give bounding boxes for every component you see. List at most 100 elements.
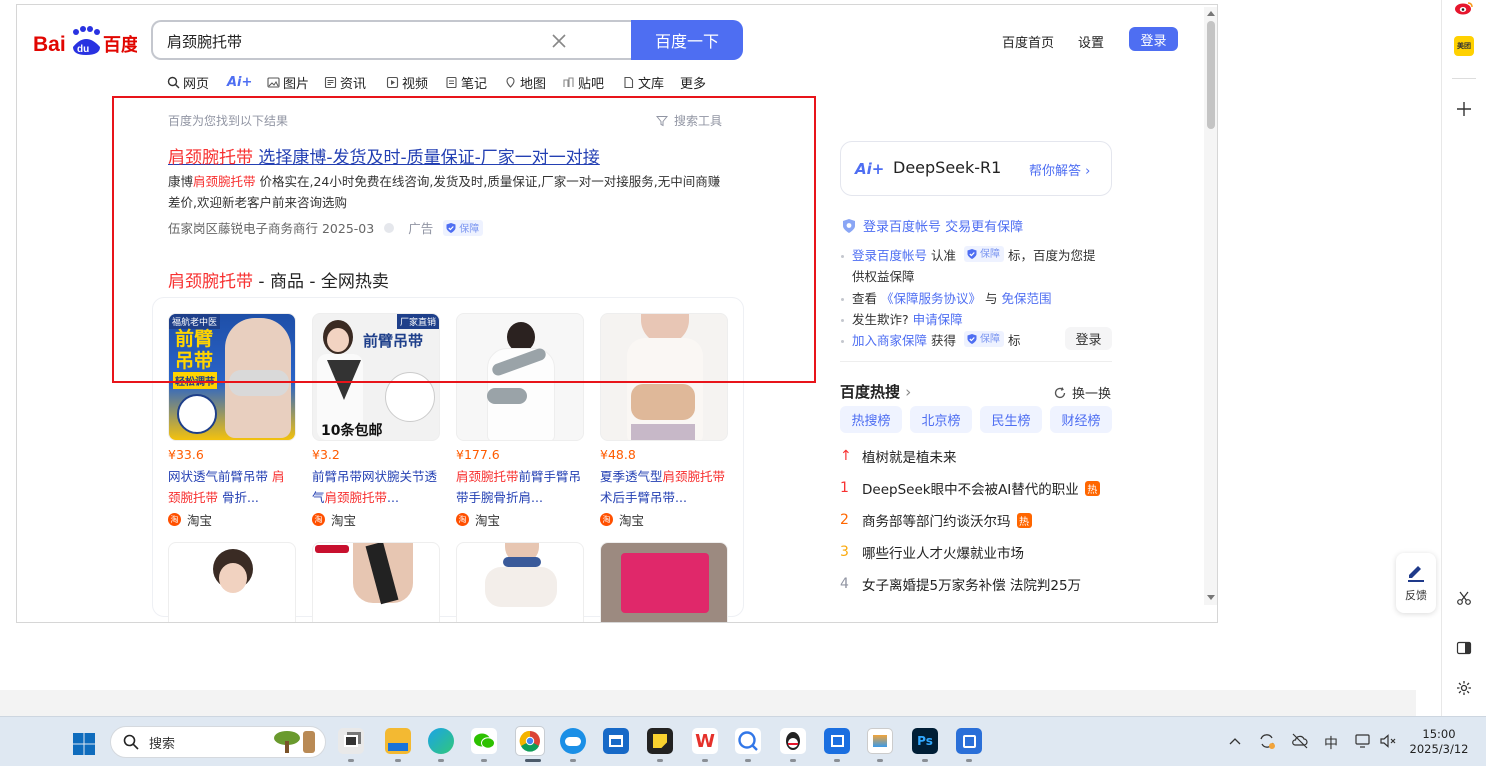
edge-icon[interactable] <box>428 728 454 754</box>
clock-date: 2025/3/12 <box>1409 742 1469 756</box>
tab-ai[interactable]: Ai+ <box>227 73 252 91</box>
product-name[interactable]: 肩颈腕托带前臂手臂吊带手腕骨折肩... <box>456 466 584 508</box>
clear-icon[interactable] <box>549 31 569 51</box>
deepseek-help-link[interactable]: 帮你解答 › <box>1029 160 1090 179</box>
search-button[interactable]: 百度一下 <box>631 20 743 60</box>
security-icon[interactable] <box>956 728 982 754</box>
scroll-down-icon[interactable] <box>1207 595 1215 600</box>
tab-wenku[interactable]: 文库 <box>622 73 664 92</box>
apply-guarantee-link[interactable]: 申请保障 <box>913 312 963 327</box>
product-card[interactable] <box>600 542 728 622</box>
tab-hot[interactable]: 热搜榜 <box>840 406 902 433</box>
guarantee-header[interactable]: 登录百度帐号 交易更有保障 <box>841 216 1023 235</box>
product-card[interactable] <box>456 542 584 622</box>
exemption-link[interactable]: 免保范围 <box>1001 291 1051 306</box>
login-button[interactable]: 登录 <box>1129 27 1178 51</box>
scroll-up-icon[interactable] <box>1207 11 1215 16</box>
scroll-thumb[interactable] <box>1207 21 1215 129</box>
tab-web[interactable]: 网页 <box>167 73 209 92</box>
taskbar-indicator <box>657 759 663 762</box>
store-icon[interactable] <box>603 728 629 754</box>
tab-tieba[interactable]: 贴吧 <box>562 73 604 92</box>
search-box[interactable] <box>151 20 633 60</box>
search-icon <box>123 734 139 750</box>
file-explorer-icon[interactable] <box>385 728 411 754</box>
product-price: ¥33.6 <box>168 447 204 462</box>
hot-item[interactable]: 2 商务部等部门约谈沃尔玛热 <box>840 510 1032 530</box>
add-icon[interactable] <box>1456 101 1472 117</box>
cloud-icon[interactable] <box>560 728 586 754</box>
gear-icon[interactable] <box>1456 680 1472 696</box>
baidu-logo[interactable]: Bai du 百度 <box>33 23 140 59</box>
windows-start-icon[interactable] <box>72 732 96 756</box>
product-image[interactable] <box>600 542 728 622</box>
tab-notes[interactable]: 笔记 <box>445 73 487 92</box>
product-image[interactable] <box>456 542 584 622</box>
hot-item[interactable]: ↑ 植树就是植未来 <box>840 446 957 466</box>
scissors-icon[interactable] <box>1456 590 1472 606</box>
refresh-button[interactable]: 换一换 <box>1053 383 1111 402</box>
product-name[interactable]: 网状透气前臂吊带 肩颈腕托带 骨折... <box>168 466 296 508</box>
sync-icon[interactable] <box>1258 732 1276 750</box>
hot-search-title-label: 百度热搜 <box>840 383 901 401</box>
login-account-link[interactable]: 登录百度帐号 <box>852 248 927 263</box>
tab-map[interactable]: 地图 <box>504 73 546 92</box>
divider <box>840 361 1112 362</box>
cloud-off-icon[interactable] <box>1291 732 1309 750</box>
clock-time: 15:00 <box>1422 727 1456 741</box>
wps-icon[interactable]: W <box>692 728 718 754</box>
deepseek-card[interactable]: Ai+ DeepSeek-R1 帮你解答 › <box>840 141 1112 196</box>
tab-finance[interactable]: 财经榜 <box>1050 406 1112 433</box>
search-input[interactable] <box>167 30 527 52</box>
chevron-up-icon[interactable] <box>1229 736 1241 746</box>
settings-link[interactable]: 设置 <box>1078 32 1104 51</box>
clock[interactable]: 15:00 2025/3/12 <box>1408 727 1470 757</box>
guarantee-line-2: 查看 《保障服务协议》 与 免保范围 <box>841 288 1051 309</box>
hot-item[interactable]: 4 女子离婚提5万家务补偿 法院判25万 <box>840 574 1081 594</box>
product-image[interactable] <box>312 542 440 622</box>
hot-rank: 2 <box>840 512 849 528</box>
weibo-icon[interactable] <box>1454 0 1474 15</box>
display-icon[interactable] <box>1354 732 1372 750</box>
service-agreement-link[interactable]: 《保障服务协议》 <box>881 291 981 306</box>
qq-icon[interactable] <box>780 728 806 754</box>
tab-more[interactable]: 更多 <box>680 73 706 92</box>
box-app-icon[interactable] <box>824 728 850 754</box>
scrollbar[interactable] <box>1204 7 1217 605</box>
sidebar-toggle-icon[interactable] <box>1456 640 1472 656</box>
product-name[interactable]: 夏季透气型肩颈腕托带术后手臂吊带... <box>600 466 728 508</box>
tab-video[interactable]: 视频 <box>386 73 428 92</box>
hot-search-title[interactable]: 百度热搜 › <box>840 381 911 402</box>
guarantee-login-button[interactable]: 登录 <box>1065 327 1112 350</box>
product-source: 淘淘宝 <box>168 510 296 529</box>
join-merchant-link[interactable]: 加入商家保障 <box>852 333 927 348</box>
sticky-notes-icon[interactable] <box>647 728 673 754</box>
tab-images[interactable]: 图片 <box>267 73 309 92</box>
tab-livelihood[interactable]: 民生榜 <box>980 406 1042 433</box>
product-card[interactable] <box>312 542 440 622</box>
task-view-icon[interactable] <box>338 728 364 754</box>
chrome-icon[interactable] <box>515 726 545 756</box>
ime-indicator[interactable]: 中 <box>1324 733 1338 753</box>
photos-icon[interactable] <box>867 728 893 754</box>
hot-item[interactable]: 3 哪些行业人才火爆就业市场 <box>840 542 1024 562</box>
feedback-button[interactable]: 反馈 <box>1396 553 1436 613</box>
product-name[interactable]: 前臂吊带网状腕关节透气肩颈腕托带... <box>312 466 440 508</box>
guarantee-line-2-mid: 与 <box>981 291 1002 306</box>
chevron-right-icon: › <box>1085 164 1091 179</box>
chat-search-icon[interactable] <box>735 728 761 754</box>
product-image[interactable] <box>168 542 296 622</box>
product-card[interactable] <box>168 542 296 622</box>
photoshop-icon[interactable]: Ps <box>912 728 938 754</box>
wechat-icon[interactable] <box>471 728 497 754</box>
volume-muted-icon[interactable] <box>1379 732 1397 750</box>
hot-item[interactable]: 1 DeepSeek眼中不会被AI替代的职业热 <box>840 478 1100 498</box>
taskbar-search[interactable]: 搜索 <box>110 726 326 758</box>
tab-news[interactable]: 资讯 <box>324 73 366 92</box>
product-name-highlight: 肩颈腕托带 <box>456 469 519 484</box>
home-link[interactable]: 百度首页 <box>1002 32 1054 51</box>
meituan-icon[interactable]: 美团 <box>1454 36 1474 56</box>
tab-beijing[interactable]: 北京榜 <box>910 406 972 433</box>
hot-item-text: 女子离婚提5万家务补偿 法院判25万 <box>862 578 1082 594</box>
news-icon <box>324 76 337 88</box>
